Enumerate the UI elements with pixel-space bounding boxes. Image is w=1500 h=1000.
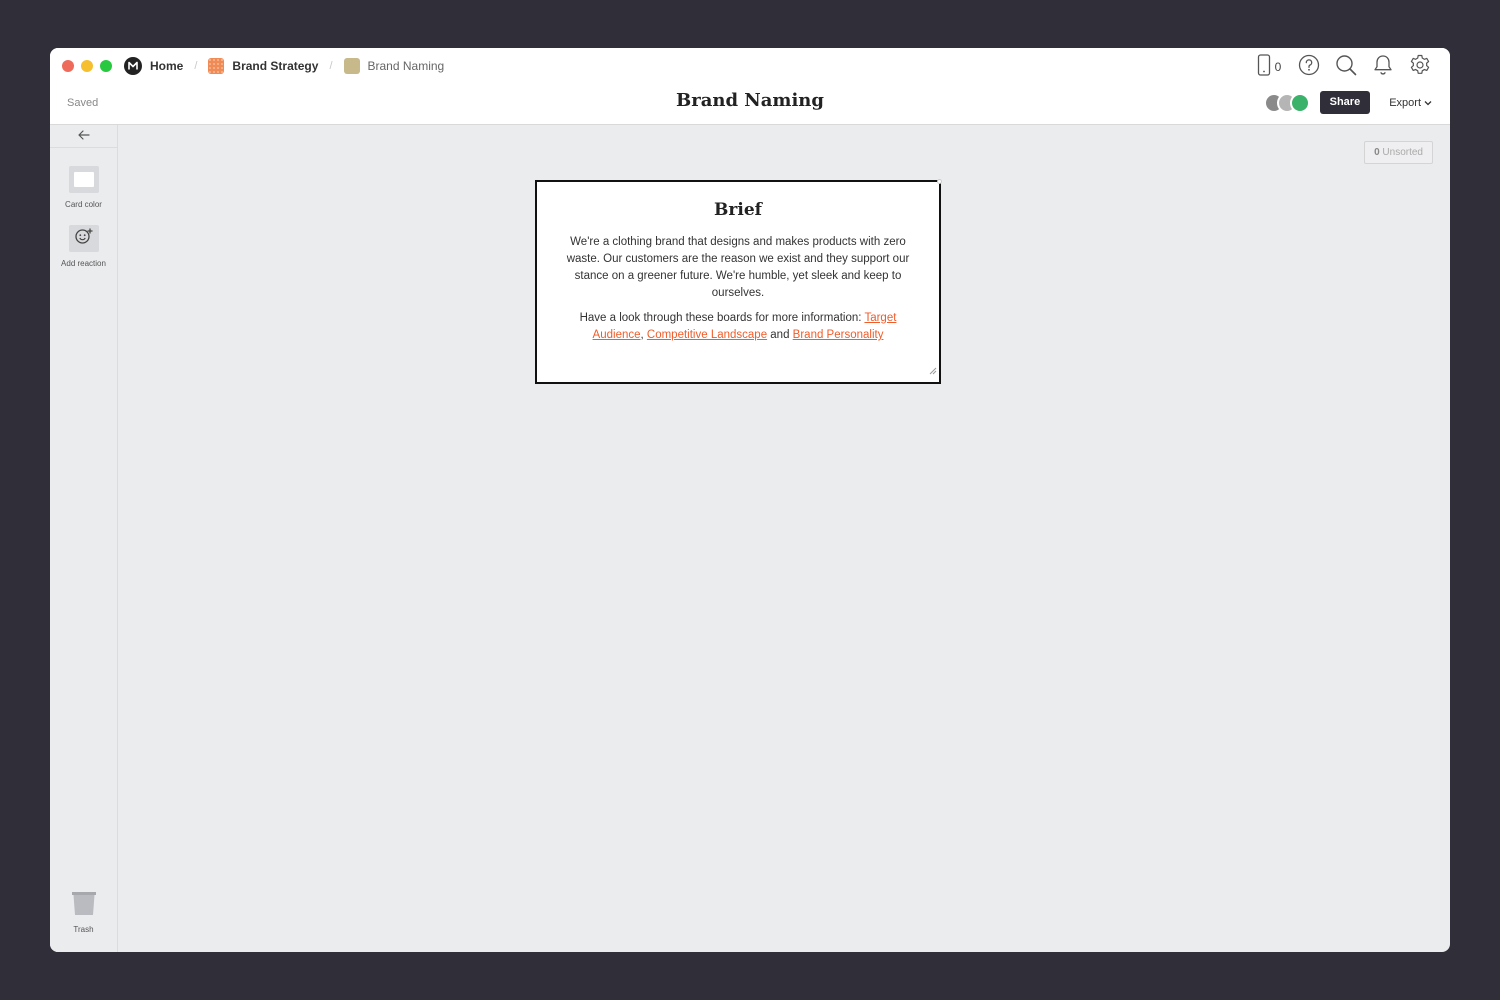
phone-icon: [1257, 53, 1271, 81]
card-links-intro: Have a look through these boards for mor…: [579, 312, 865, 324]
breadcrumb-brand-strategy[interactable]: Brand Strategy: [208, 58, 318, 74]
card-color-swatch: [73, 172, 94, 187]
milanote-logo-icon: [124, 57, 142, 75]
board-icon: [208, 58, 225, 74]
unsorted-count: 0: [1374, 147, 1380, 158]
header-actions: 0: [1248, 53, 1438, 81]
bell-icon: [1373, 54, 1393, 81]
maximize-window-button[interactable]: [100, 60, 112, 72]
settings-button[interactable]: [1401, 54, 1438, 81]
page-title: Brand Naming: [676, 90, 824, 111]
reaction-icon: [74, 227, 94, 250]
back-arrow-icon: [77, 127, 90, 145]
breadcrumb-separator: /: [194, 60, 198, 72]
export-label: Export: [1389, 96, 1421, 109]
board-icon: [343, 58, 360, 74]
add-reaction-tool[interactable]: Add reaction: [50, 225, 117, 268]
export-dropdown[interactable]: Export: [1389, 97, 1432, 109]
collaboration-bar: Share Export: [1263, 91, 1432, 114]
trash-button[interactable]: Trash: [50, 889, 117, 934]
notifications-button[interactable]: [1364, 54, 1401, 81]
help-icon: [1298, 54, 1320, 81]
trash-label: Trash: [73, 925, 94, 934]
card-color-tool[interactable]: Card color: [50, 166, 117, 209]
add-reaction-box: [68, 225, 99, 252]
breadcrumb-strategy-label: Brand Strategy: [232, 59, 319, 73]
collaborator-avatars[interactable]: [1263, 92, 1310, 113]
resize-handle-icon[interactable]: [928, 362, 937, 380]
app-window: Home / Brand Strategy / Brand Naming 0 S…: [50, 48, 1450, 952]
unsorted-notes-button[interactable]: 0 Unsorted: [1364, 141, 1433, 164]
breadcrumb-current-label: Brand Naming: [367, 59, 445, 73]
card-corner-handle[interactable]: [937, 179, 942, 184]
add-reaction-label: Add reaction: [61, 259, 106, 268]
unsorted-label: Unsorted: [1382, 147, 1423, 158]
breadcrumb-home-label: Home: [150, 59, 184, 73]
tool-sidebar: Card color Add reaction Trash: [50, 125, 118, 952]
collapse-sidebar-button[interactable]: [50, 125, 117, 148]
breadcrumb-brand-naming[interactable]: Brand Naming: [343, 58, 445, 74]
card-body: We're a clothing brand that designs and …: [566, 236, 910, 299]
search-button[interactable]: [1327, 54, 1364, 81]
card-color-label: Card color: [65, 200, 102, 209]
competitive-landscape-link[interactable]: Competitive Landscape: [647, 329, 767, 341]
brief-card[interactable]: Brief We're a clothing brand that design…: [535, 179, 942, 384]
breadcrumb-separator: /: [329, 60, 333, 72]
mobile-sync-button[interactable]: 0: [1248, 53, 1290, 81]
share-button[interactable]: Share: [1319, 91, 1371, 114]
minimize-window-button[interactable]: [81, 60, 93, 72]
window-controls: [62, 60, 112, 72]
search-icon: [1335, 54, 1357, 81]
top-bar: Home / Brand Strategy / Brand Naming 0 S…: [50, 48, 1450, 125]
gear-icon: [1409, 54, 1431, 81]
link-separator: and: [767, 329, 793, 341]
phone-count: 0: [1274, 60, 1282, 74]
brand-personality-link[interactable]: Brand Personality: [793, 329, 884, 341]
chevron-down-icon: [1424, 97, 1432, 109]
trash-icon: [70, 892, 98, 921]
card-color-swatch-box: [68, 166, 99, 193]
close-window-button[interactable]: [62, 60, 74, 72]
avatar: [1289, 92, 1310, 113]
breadcrumb: Home / Brand Strategy / Brand Naming: [124, 57, 444, 75]
help-button[interactable]: [1290, 54, 1327, 81]
card-title: Brief: [714, 200, 762, 220]
card-links-paragraph: Have a look through these boards for mor…: [561, 310, 915, 344]
breadcrumb-home[interactable]: Home: [124, 57, 183, 75]
